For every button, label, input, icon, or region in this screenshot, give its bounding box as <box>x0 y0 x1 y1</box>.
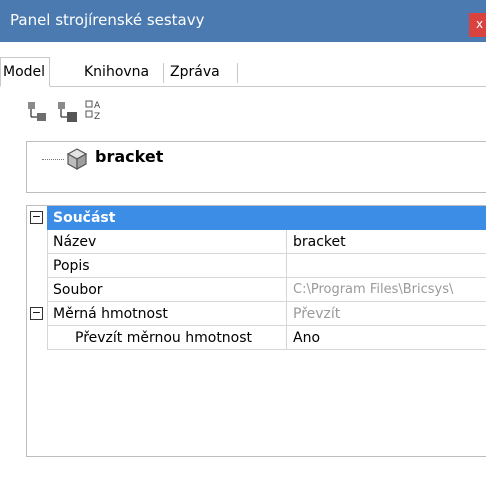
category-row[interactable]: − Součást <box>27 206 486 230</box>
grid-divider <box>47 230 48 350</box>
property-name-value[interactable]: bracket <box>287 230 486 254</box>
property-density-label: Měrná hmotnost <box>47 302 287 326</box>
title-bar: Panel strojírenské sestavy x <box>0 0 486 42</box>
tab-model[interactable]: Model <box>0 57 51 87</box>
property-file-label: Soubor <box>47 278 287 302</box>
row-gutter: − <box>27 302 47 326</box>
property-description-label: Popis <box>47 254 287 278</box>
property-row-name[interactable]: Název bracket <box>27 230 486 254</box>
model-tree: bracket <box>26 141 486 193</box>
panel-title: Panel strojírenské sestavy <box>10 11 205 29</box>
tab-knihovna[interactable]: Knihovna <box>80 60 153 86</box>
sort-z-label: Z <box>94 112 100 122</box>
property-inherit-density-label: Převzít měrnou hmotnost <box>47 326 287 350</box>
property-inherit-density-value[interactable]: Ano <box>287 326 486 350</box>
property-description-value[interactable] <box>287 254 486 278</box>
collapse-icon[interactable]: − <box>30 211 43 224</box>
property-row-file[interactable]: Soubor C:\Program Files\Bricsys\ <box>27 278 486 302</box>
tab-divider <box>237 63 238 83</box>
tab-zprava[interactable]: Zpráva <box>166 60 224 86</box>
tree-connector <box>42 159 64 160</box>
property-file-value[interactable]: C:\Program Files\Bricsys\ <box>287 278 486 302</box>
property-name-label: Název <box>47 230 287 254</box>
property-row-description[interactable]: Popis <box>27 254 486 278</box>
close-button[interactable]: x <box>469 13 486 37</box>
sort-az-icon[interactable]: A Z <box>84 96 108 126</box>
tree-structure-icon[interactable] <box>26 96 50 126</box>
property-row-density[interactable]: − Měrná hmotnost Převzít <box>27 302 486 326</box>
tree-structure-alt-icon[interactable] <box>56 96 80 126</box>
category-label: Součást <box>47 206 486 230</box>
tree-root-item[interactable]: bracket <box>95 147 163 166</box>
property-row-inherit-density[interactable]: Převzít měrnou hmotnost Ano <box>27 326 486 350</box>
property-density-value[interactable]: Převzít <box>287 302 486 326</box>
part-cube-icon <box>65 147 89 175</box>
tab-divider <box>163 63 164 83</box>
collapse-icon[interactable]: − <box>30 307 43 320</box>
row-gutter: − <box>27 206 47 230</box>
tab-bar: Model Knihovna Zpráva <box>0 57 486 87</box>
sort-a-label: A <box>94 101 101 111</box>
property-grid: − Součást Název bracket Popis Soubor C:\… <box>26 205 486 457</box>
